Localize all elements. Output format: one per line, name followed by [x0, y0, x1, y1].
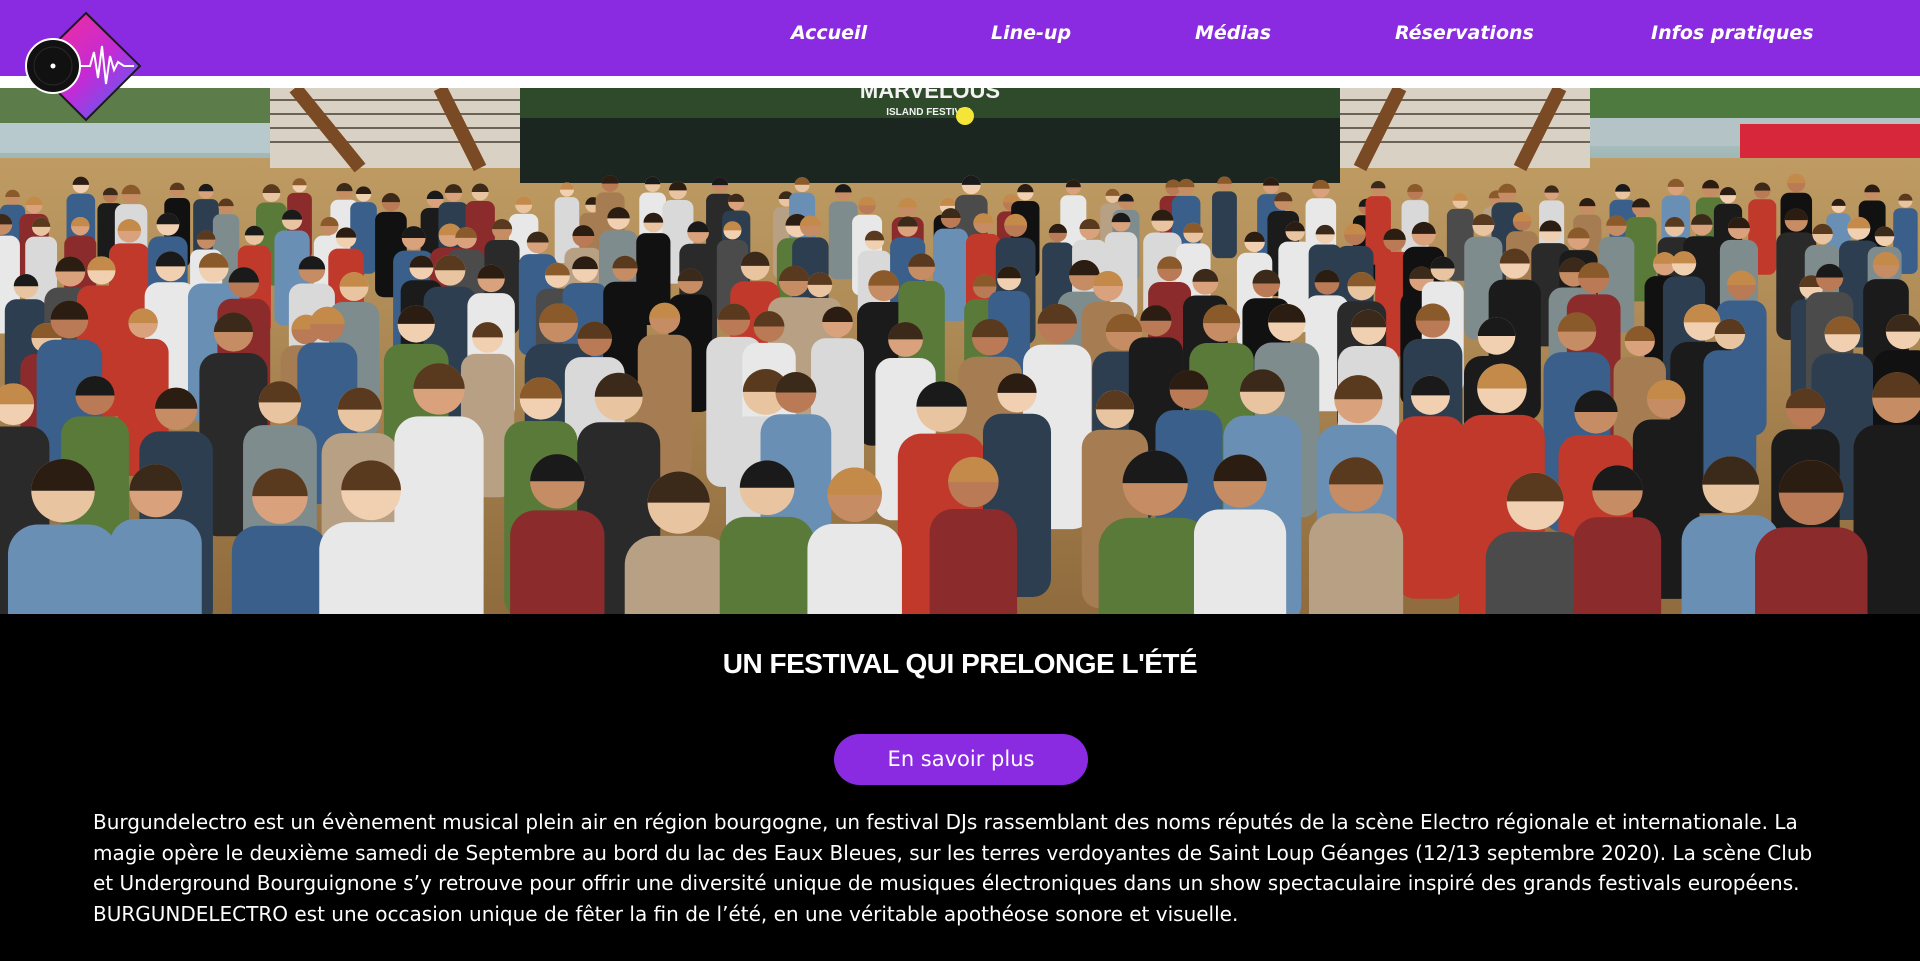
nav-item-infos-pratiques[interactable]: Infos pratiques — [1651, 22, 1814, 44]
vinyl-waveform-logo-icon — [25, 11, 142, 122]
top-navbar: Accueil Line-up Médias Réservations Info… — [0, 0, 1920, 76]
stage-sign: MARVELOUS — [860, 88, 1000, 103]
festival-crowd-photo: MARVELOUS ISLAND FESTIVAL — [0, 88, 1920, 614]
nav-item-line-up[interactable]: Line-up — [991, 22, 1071, 44]
nav-item-medias[interactable]: Médias — [1195, 22, 1271, 44]
section-heading: UN FESTIVAL QUI PRELONGE L'ÉTÉ — [722, 648, 1198, 679]
nav-item-reservations[interactable]: Réservations — [1395, 22, 1534, 44]
nav-divider — [0, 76, 1920, 88]
main-nav: Accueil Line-up Médias Réservations Info… — [0, 0, 1920, 76]
learn-more-button[interactable]: En savoir plus — [834, 734, 1088, 785]
hero-crowd-image: MARVELOUS ISLAND FESTIVAL — [0, 88, 1920, 614]
nav-item-accueil[interactable]: Accueil — [791, 22, 867, 44]
festival-description: Burgundelectro est un évènement musical … — [93, 810, 1813, 926]
intro-section: UN FESTIVAL QUI PRELONGE L'ÉTÉ En savoir… — [0, 614, 1920, 961]
site-logo[interactable] — [20, 10, 142, 122]
